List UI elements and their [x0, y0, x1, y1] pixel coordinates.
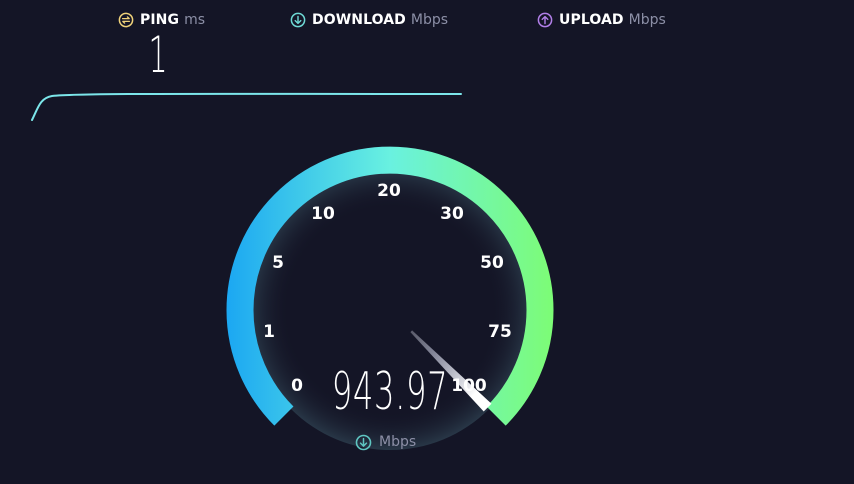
scale-label: 20: [377, 181, 401, 201]
scale-label: 100: [451, 376, 487, 396]
download-arrow-icon: [355, 434, 372, 450]
scale-label: 1: [263, 322, 275, 342]
scale-label: 30: [440, 204, 464, 224]
speedtest-page: PING ms DOWNLOAD Mbps UPLOAD Mbps 1 0 1 …: [0, 0, 854, 484]
scale-label: 0: [291, 376, 303, 396]
speed-unit-label: Mbps: [379, 434, 417, 450]
scale-label: 5: [272, 253, 284, 273]
scale-label: 50: [480, 253, 504, 273]
scale-label: 10: [311, 204, 335, 224]
speed-value: 943.97: [331, 362, 449, 422]
scale-label: 75: [488, 322, 512, 342]
speed-unit-row: Mbps: [355, 432, 416, 452]
